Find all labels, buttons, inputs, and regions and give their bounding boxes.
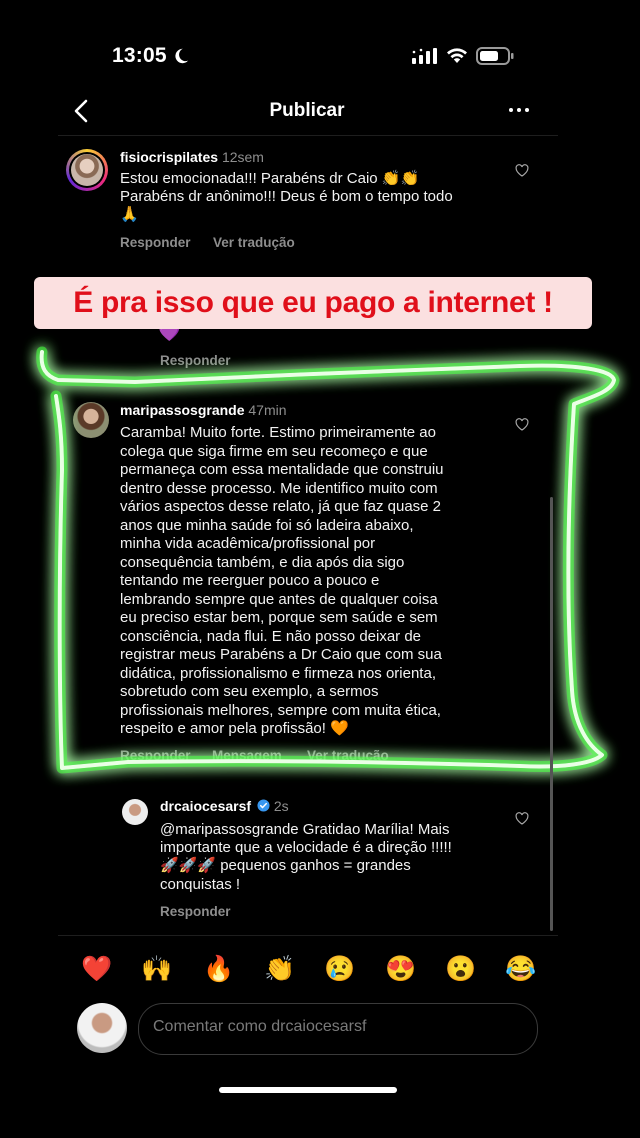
comment-line: @maripassosgrande Gratidao Marília! Mais <box>160 821 450 838</box>
comment-line: conquistas ! <box>160 875 241 893</box>
comment-text: @maripassosgrande Gratidao Marília! Mais… <box>160 821 520 894</box>
reaction-heart-eyes[interactable]: 😍 <box>385 955 416 984</box>
comment-text: Estou emocionada!!! Parabéns dr Caio 👏👏 … <box>120 170 520 225</box>
comment-line: profissionais melhores, sempre com muita… <box>120 701 441 719</box>
comment-username[interactable]: drcaiocesarsf 2s <box>160 798 289 814</box>
comment-line: Estou emocionada!!! Parabéns dr Caio 👏👏 <box>120 170 420 187</box>
comment-line: Parabéns dr anônimo!!! Deus é bom o temp… <box>120 188 453 206</box>
wifi-icon <box>447 48 467 63</box>
reaction-crying[interactable]: 😢 <box>324 955 355 984</box>
comment-line: consequência também, e dia após dia sigo <box>120 553 405 571</box>
avatar[interactable] <box>66 149 108 191</box>
username-text[interactable]: drcaiocesarsf <box>160 798 251 814</box>
comment-line: consciência, nada flui. E não posso deix… <box>120 627 422 645</box>
avatar[interactable] <box>73 402 109 438</box>
reaction-surprised[interactable]: 😮 <box>445 955 476 984</box>
comment-input[interactable] <box>153 1018 523 1036</box>
reaction-heart[interactable]: ❤️ <box>81 955 112 984</box>
verified-badge-icon <box>257 799 270 812</box>
comment-composer <box>138 1003 538 1055</box>
comment-line: lembrando sempre que antes de qualquer c… <box>120 590 438 608</box>
username-text[interactable]: fisiocrispilates <box>120 149 218 165</box>
reply-button[interactable]: Responder <box>120 235 191 250</box>
message-button[interactable]: Mensagem <box>212 748 282 763</box>
comment-line: minha vida acadêmica/profissional por <box>120 535 376 552</box>
comment-line: 🚀🚀🚀 pequenos ganhos = grandes <box>160 857 411 875</box>
reply-button[interactable]: Responder <box>160 904 231 919</box>
reaction-fire[interactable]: 🔥 <box>203 955 234 984</box>
scrollbar[interactable] <box>550 497 553 931</box>
comment-time: 2s <box>273 798 289 814</box>
footer-divider <box>58 935 558 936</box>
like-heart-icon[interactable] <box>515 418 529 431</box>
see-translation-button[interactable]: Ver tradução <box>307 748 389 763</box>
caption-banner: É pra isso que eu pago a internet ! <box>34 277 592 329</box>
status-time: 13:05 <box>112 44 167 67</box>
reaction-raised-hands[interactable]: 🙌 <box>141 955 172 984</box>
comment-line: eu preciso estar bem, porque sem saúde e… <box>120 609 438 626</box>
comment-line: sobretudo com seu exemplo, a sermos <box>120 683 379 700</box>
comment-line: importante que a velocidade é a direção … <box>160 839 452 857</box>
see-translation-button[interactable]: Ver tradução <box>213 235 295 250</box>
current-user-avatar <box>77 1003 127 1053</box>
header-divider <box>58 135 558 136</box>
caption-banner-text: É pra isso que eu pago a internet ! <box>73 286 553 319</box>
reaction-laughing[interactable]: 😂 <box>505 955 536 984</box>
comment-username[interactable]: fisiocrispilates 12sem <box>120 149 264 165</box>
like-heart-icon[interactable] <box>515 164 529 177</box>
reaction-clapping[interactable]: 👏 <box>264 955 295 984</box>
comment-line: 🙏 <box>120 206 139 224</box>
comment-line: respeito e amor pela profissão! 🧡 <box>120 720 349 737</box>
comment-time: 47min <box>248 402 287 418</box>
like-heart-icon[interactable] <box>515 812 529 825</box>
comment-time: 12sem <box>221 149 264 165</box>
battery-icon <box>476 47 514 65</box>
comment-line: anos que minha saúde foi só ladeira abai… <box>120 516 414 534</box>
avatar[interactable] <box>122 799 148 825</box>
cellular-signal-icon <box>412 48 437 64</box>
comment-username[interactable]: maripassosgrande 47min <box>120 402 287 418</box>
reply-button[interactable]: Responder <box>160 353 231 368</box>
comment-text: Caramba! Muito forte. Estimo primeiramen… <box>120 424 530 739</box>
comment-line: dentro desse processo. Me identifico mui… <box>120 479 438 497</box>
comment-line: permaneça com essa mentalidade que const… <box>120 461 444 478</box>
comment-line: Caramba! Muito forte. Estimo primeiramen… <box>120 424 436 441</box>
more-options-icon[interactable] <box>507 103 531 117</box>
comment-line: vários aspectos desse relato, já que faz… <box>120 498 442 515</box>
comment-line: didática, profissionalismo e firmeza nos… <box>120 664 436 682</box>
reply-button[interactable]: Responder <box>120 748 191 763</box>
home-indicator[interactable] <box>219 1087 397 1093</box>
do-not-disturb-moon-icon <box>175 48 189 64</box>
comment-line: colega que siga firme em seu recomeço e … <box>120 442 428 460</box>
comment-line: registrar meus Parabéns a Dr Caio que co… <box>120 646 442 663</box>
username-text[interactable]: maripassosgrande <box>120 402 245 418</box>
comment-line: tentando me reerguer pouco a pouco e <box>120 572 380 589</box>
